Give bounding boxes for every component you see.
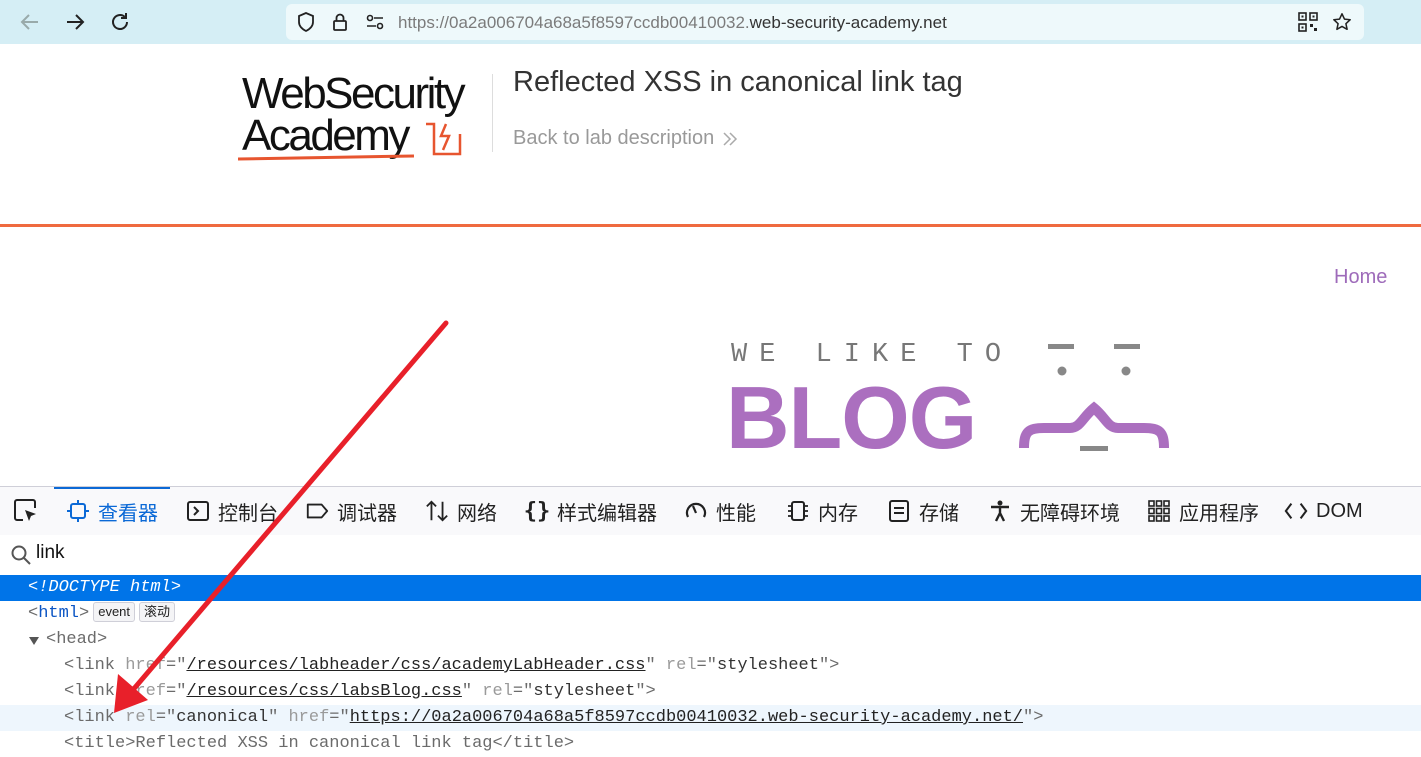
bookmark-star-icon[interactable]: [1332, 12, 1352, 32]
tab-console[interactable]: 控制台: [186, 487, 278, 535]
memory-icon: [786, 499, 810, 523]
style-editor-icon: {}: [523, 498, 551, 524]
back-to-lab-description-link[interactable]: Back to lab description: [513, 127, 738, 150]
header-separator: [0, 224, 1421, 227]
qr-code-icon[interactable]: [1298, 12, 1318, 32]
tree-row-html[interactable]: <html> event 滚动: [0, 601, 1421, 627]
reload-icon[interactable]: [104, 6, 136, 38]
tab-performance[interactable]: 性能: [684, 487, 756, 535]
logo-line-1: WebSecurity: [242, 69, 466, 118]
tab-network[interactable]: 网络: [425, 487, 497, 535]
tree-row-link-canonical[interactable]: <link rel="canonical" href="https://0a2a…: [0, 705, 1421, 731]
link2-rel: stylesheet: [533, 682, 636, 701]
tab-label: 样式编辑器: [557, 502, 657, 525]
link2-href[interactable]: /resources/css/labsBlog.css: [186, 682, 461, 701]
link1-rel: stylesheet: [716, 656, 819, 675]
browser-toolbar: https://0a2a006704a68a5f8597ccdb00410032…: [0, 0, 1421, 44]
accessibility-icon: [988, 499, 1012, 523]
network-icon: [425, 499, 449, 523]
tab-dom[interactable]: DOM: [1284, 487, 1363, 535]
lightning-mark-icon: [424, 118, 464, 163]
tab-inspector[interactable]: 查看器: [54, 487, 170, 535]
tree-row-title[interactable]: <title>Reflected XSS in canonical link t…: [0, 731, 1421, 757]
header-divider: [492, 74, 493, 152]
html-tag-name: html: [38, 604, 80, 623]
tab-label: 存储: [919, 502, 959, 525]
shield-icon[interactable]: [296, 12, 316, 32]
performance-icon: [684, 499, 708, 523]
title-text: Reflected XSS in canonical link tag: [135, 734, 493, 753]
inspector-search-row: [0, 535, 1421, 575]
academy-logo[interactable]: WebSecurity Academy: [237, 69, 490, 163]
tab-label: 调试器: [337, 502, 397, 525]
tab-debugger[interactable]: 调试器: [305, 487, 397, 535]
application-icon: [1147, 499, 1171, 523]
doctype-text: <!DOCTYPE html>: [28, 578, 182, 597]
forward-icon[interactable]: [59, 6, 91, 38]
tab-label: 内存: [818, 502, 858, 525]
tab-label: DOM: [1316, 499, 1363, 522]
tab-label: 网络: [457, 502, 497, 525]
link3-href[interactable]: https://0a2a006704a68a5f8597ccdb00410032…: [350, 708, 1023, 727]
tree-row-link-labheader[interactable]: <link href="/resources/labheader/css/aca…: [0, 653, 1421, 679]
search-icon: [10, 544, 32, 571]
tab-label: 应用程序: [1179, 502, 1259, 525]
storage-icon: [887, 499, 911, 523]
markup-tree: <!DOCTYPE html> <html> event 滚动 <head> <li…: [0, 575, 1421, 757]
back-icon[interactable]: [14, 6, 46, 38]
tree-row-head[interactable]: <head>: [0, 627, 1421, 653]
link1-href[interactable]: /resources/labheader/css/academyLabHeade…: [186, 656, 645, 675]
search-input[interactable]: [36, 542, 636, 564]
lab-title: Reflected XSS in canonical link tag: [513, 66, 963, 98]
logo-line-2: Academy: [242, 111, 410, 160]
tab-label: 性能: [716, 502, 756, 525]
head-tag-name: head: [56, 630, 98, 649]
tab-style-editor[interactable]: {} 样式编辑器: [523, 487, 657, 535]
tab-storage[interactable]: 存储: [887, 487, 959, 535]
link3-rel: canonical: [176, 708, 269, 727]
banner-tagline: WE LIKE TO: [731, 340, 1014, 370]
dom-icon: [1284, 499, 1308, 523]
tab-application[interactable]: 应用程序: [1147, 487, 1259, 535]
expand-triangle-icon[interactable]: [28, 636, 40, 646]
element-picker-icon[interactable]: [10, 497, 42, 525]
tab-label: 控制台: [218, 502, 278, 525]
tree-row-link-blog[interactable]: <link href="/resources/css/labsBlog.css"…: [0, 679, 1421, 705]
inspector-icon: [66, 499, 90, 523]
scroll-badge[interactable]: 滚动: [139, 602, 176, 622]
double-chevron-right-icon: [723, 131, 738, 146]
console-icon: [186, 499, 210, 523]
devtools-tab-strip: 查看器 控制台 调试器 网络 {} 样式编辑器 性能 内存 存储 无障碍环境 应…: [0, 486, 1421, 536]
tab-label: 查看器: [98, 502, 158, 525]
blog-face-icon: [1018, 342, 1174, 459]
home-link[interactable]: Home: [1334, 266, 1387, 289]
banner-blog-title: BLOG: [726, 368, 977, 467]
lock-icon[interactable]: [330, 12, 350, 32]
url-text[interactable]: https://0a2a006704a68a5f8597ccdb00410032…: [398, 13, 947, 33]
tab-accessibility[interactable]: 无障碍环境: [988, 487, 1120, 535]
tree-row-doctype[interactable]: <!DOCTYPE html>: [0, 575, 1421, 601]
debugger-icon: [305, 499, 329, 523]
url-bar[interactable]: https://0a2a006704a68a5f8597ccdb00410032…: [286, 4, 1364, 40]
tab-memory[interactable]: 内存: [786, 487, 858, 535]
event-badge[interactable]: event: [93, 602, 136, 622]
tab-label: 无障碍环境: [1020, 502, 1120, 525]
back-link-label: Back to lab description: [513, 127, 715, 149]
lab-header: WebSecurity Academy Reflected XSS in can…: [0, 44, 1421, 224]
permissions-icon[interactable]: [365, 12, 385, 32]
